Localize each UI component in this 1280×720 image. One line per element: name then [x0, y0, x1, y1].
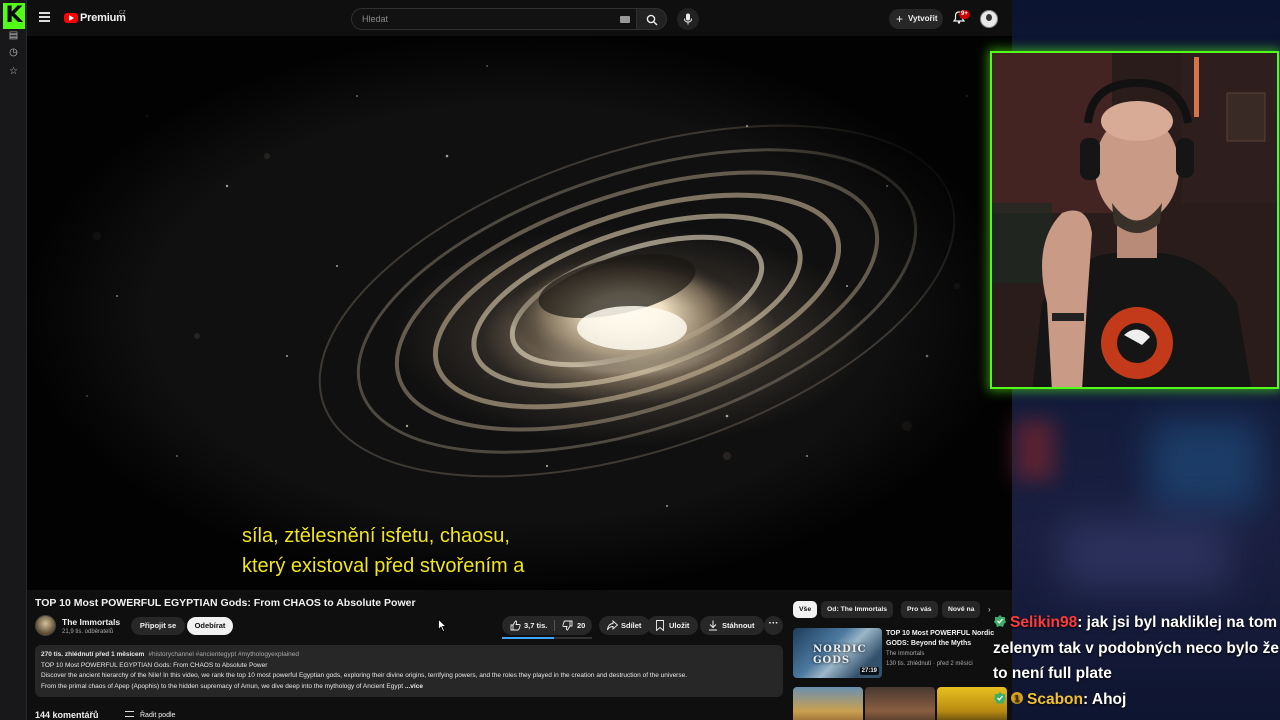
- show-more-link[interactable]: ...více: [405, 683, 423, 690]
- region-label: CZ: [119, 10, 126, 16]
- chip-for-you[interactable]: Pro vás: [901, 601, 938, 618]
- share-label: Sdílet: [621, 621, 642, 630]
- mic-icon: [684, 13, 692, 25]
- divider: [554, 620, 555, 631]
- related-thumbnail[interactable]: NORDIC GODS 27:19: [793, 628, 882, 678]
- verified-badge-icon: [993, 688, 1007, 704]
- dislike-count[interactable]: 20: [577, 616, 585, 635]
- background-light: [1150, 420, 1260, 510]
- kick-logo-icon[interactable]: K: [3, 3, 25, 29]
- verified-badge-icon: [993, 611, 1007, 627]
- dislike-icon[interactable]: [562, 620, 573, 631]
- video-subtitles: síla, ztělesnění isfetu, chaosu, který e…: [242, 521, 524, 581]
- history-icon[interactable]: ◷: [8, 47, 19, 58]
- video-player[interactable]: síla, ztělesnění isfetu, chaosu, který e…: [27, 36, 1012, 590]
- sort-icon: [125, 711, 134, 717]
- more-actions-button[interactable]: ···: [764, 616, 783, 635]
- save-button[interactable]: Uložit: [647, 616, 699, 635]
- home-icon[interactable]: ▤: [8, 30, 19, 41]
- channel-avatar[interactable]: [35, 615, 56, 636]
- sub-badge-icon: 1: [1010, 688, 1024, 704]
- share-icon: [607, 620, 618, 631]
- youtube-logo-icon[interactable]: [64, 13, 78, 23]
- sort-label: Řadit podle: [140, 712, 176, 719]
- chip-new[interactable]: Nově na: [942, 601, 980, 618]
- plus-icon: +: [896, 12, 904, 26]
- background-light: [1015, 420, 1055, 480]
- thumbnail-text: NORDIC GODS: [813, 644, 867, 666]
- save-icon: [656, 620, 664, 631]
- menu-icon[interactable]: [39, 12, 50, 22]
- comments-count: 144 komentářů: [35, 710, 99, 720]
- channel-name[interactable]: The Immortals: [62, 617, 120, 627]
- like-ratio-bar: [502, 637, 592, 639]
- description-line: Discover the ancient hierarchy of the Ni…: [41, 672, 688, 679]
- top-bar: Premium CZ +Vytvořit 9+: [27, 0, 1012, 36]
- search-box[interactable]: [351, 8, 637, 30]
- webcam-person-image: [992, 53, 1277, 387]
- save-label: Uložit: [669, 621, 690, 630]
- youtube-window: Premium CZ +Vytvořit 9+: [27, 0, 1012, 720]
- related-meta: 130 tis. zhlédnutí · před 2 měsíci: [886, 661, 973, 667]
- like-dislike-group: 3,7 tis. 20: [502, 616, 592, 639]
- like-count[interactable]: 3,7 tis.: [524, 616, 547, 635]
- subscriber-count: 21,9 tis. odběratelů: [62, 629, 114, 635]
- related-thumbnail[interactable]: [793, 687, 863, 720]
- keyboard-icon[interactable]: [620, 16, 630, 23]
- background-light: [1060, 520, 1230, 590]
- hashtags[interactable]: #historychannel #ancientegypt #mythology…: [148, 651, 299, 658]
- download-button[interactable]: Stáhnout: [700, 616, 764, 635]
- video-duration: 27:19: [859, 667, 879, 675]
- video-title: TOP 10 Most POWERFUL EGYPTIAN Gods: From…: [35, 597, 416, 609]
- share-button[interactable]: Sdílet: [599, 616, 651, 635]
- create-label: Vytvořit: [908, 14, 938, 23]
- chat-username[interactable]: Selikin98: [1010, 614, 1077, 631]
- search-button[interactable]: [637, 8, 667, 30]
- search-input[interactable]: [362, 14, 602, 24]
- chat-message: 1 Scabon: Ahoj: [993, 687, 1280, 713]
- related-video-title[interactable]: TOP 10 Most POWERFUL Nordic GODS: Beyond…: [886, 629, 1010, 649]
- chip-from-channel[interactable]: Od: The Immortals: [821, 601, 894, 618]
- view-meta: 270 tis. zhlédnutí před 1 měsícem: [41, 651, 145, 658]
- related-channel[interactable]: The Immortals: [886, 651, 924, 657]
- description-line: From the primal chaos of Apep (Apophis) …: [41, 682, 404, 690]
- download-icon: [709, 620, 717, 631]
- search-icon: [646, 14, 658, 26]
- star-icon[interactable]: ☆: [8, 66, 19, 77]
- description-line: TOP 10 Most POWERFUL EGYPTIAN Gods: From…: [41, 661, 268, 669]
- chip-all[interactable]: Vše: [793, 601, 818, 618]
- kick-sidebar: K ▤ ◷ ☆: [0, 0, 27, 720]
- video-frame-galaxy: [27, 36, 1012, 590]
- join-button[interactable]: Připojit se: [131, 617, 185, 635]
- stream-chat: Selikin98: jak jsi byl nakliklej na tom …: [993, 610, 1280, 712]
- avatar[interactable]: [980, 10, 998, 28]
- related-chips: Vše Od: The Immortals Pro vás Nově na: [793, 601, 1012, 619]
- chevron-right-icon[interactable]: ›: [988, 605, 991, 614]
- related-thumbnail[interactable]: [865, 687, 935, 720]
- svg-text:1: 1: [1014, 694, 1020, 704]
- chat-text: : Ahoj: [1082, 690, 1127, 708]
- subtitle-line: který existoval před stvořením a: [242, 555, 525, 577]
- webcam-feed: [990, 51, 1279, 389]
- download-label: Stáhnout: [722, 621, 755, 630]
- notification-badge: 9+: [959, 10, 970, 19]
- description-box[interactable]: 270 tis. zhlédnutí před 1 měsícem #histor…: [35, 645, 783, 697]
- create-button[interactable]: + Vytvořit: [889, 9, 943, 29]
- like-icon[interactable]: [510, 620, 521, 631]
- chat-username[interactable]: Scabon: [1027, 691, 1083, 708]
- voice-search-button[interactable]: [677, 8, 699, 30]
- unsubscribe-button[interactable]: Odebírat: [187, 617, 233, 635]
- chat-message: Selikin98: jak jsi byl nakliklej na tom …: [993, 610, 1280, 687]
- mouse-cursor-icon: [438, 619, 447, 632]
- subtitle-line: síla, ztělesnění isfetu, chaosu,: [242, 525, 510, 547]
- sort-comments-button[interactable]: Řadit podle: [125, 711, 175, 719]
